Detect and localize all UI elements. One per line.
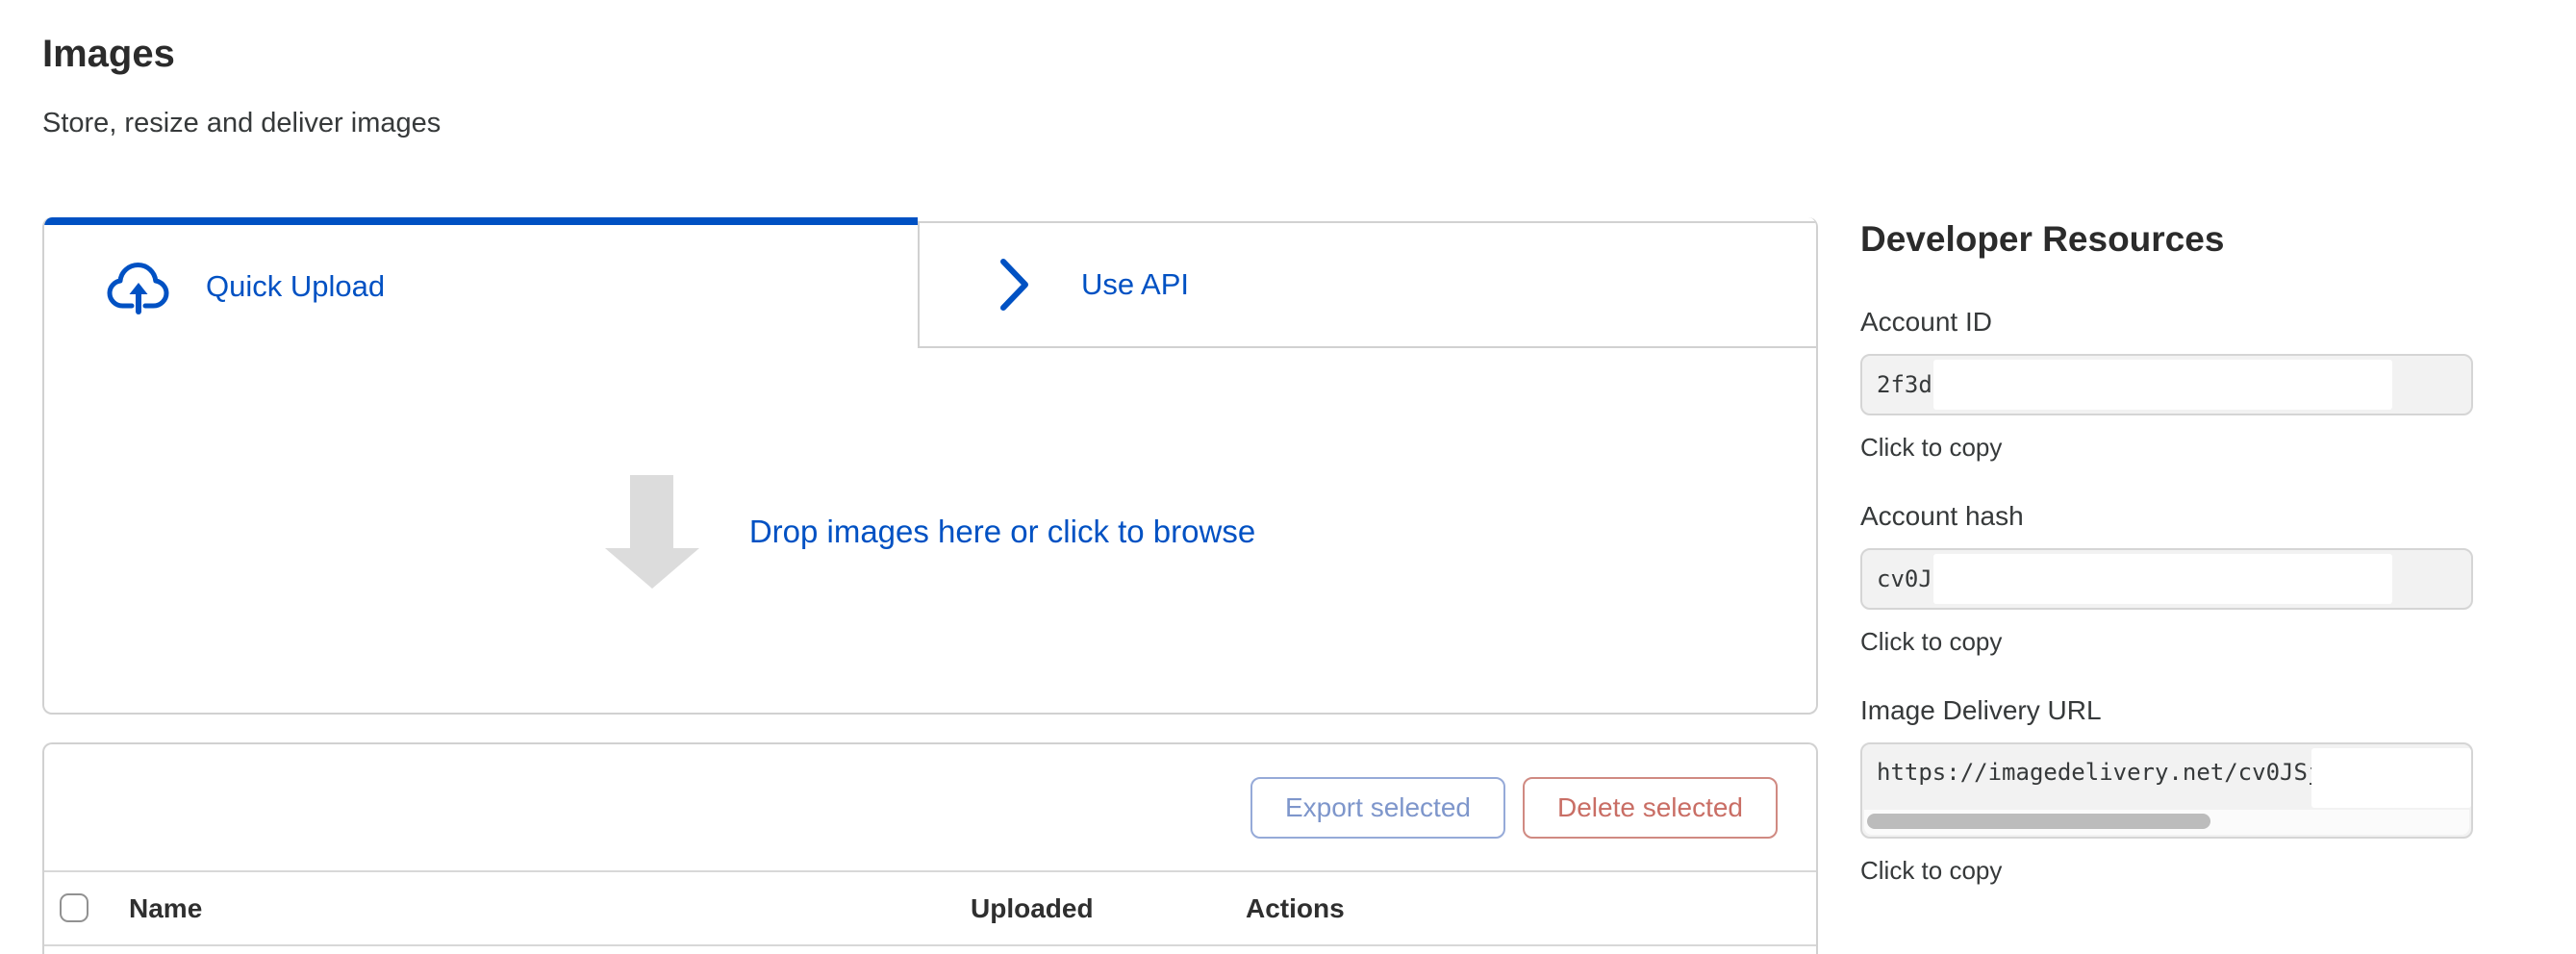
tab-quick-upload-label: Quick Upload — [206, 269, 385, 304]
column-header-actions: Actions — [1246, 893, 1345, 924]
account-id-value-box[interactable]: 2f3d — [1860, 354, 2473, 415]
select-all-checkbox[interactable] — [60, 893, 88, 922]
developer-resources-panel: Developer Resources Account ID 2f3d Clic… — [1860, 217, 2473, 923]
redaction-overlay — [2311, 748, 2471, 808]
page-title: Images — [42, 29, 175, 79]
tab-use-api[interactable]: Use API — [918, 221, 1816, 348]
images-page: Images Store, resize and deliver images … — [0, 0, 2576, 954]
image-delivery-url-copy-hint: Click to copy — [1860, 856, 2473, 885]
developer-resources-title: Developer Resources — [1860, 217, 2473, 262]
cloud-upload-icon — [106, 259, 171, 314]
account-id-label: Account ID — [1860, 306, 2473, 339]
account-id-copy-hint: Click to copy — [1860, 433, 2473, 462]
image-delivery-url-field: Image Delivery URL https://imagedelivery… — [1860, 694, 2473, 885]
horizontal-scrollbar-track[interactable] — [1864, 810, 2469, 835]
tab-use-api-label: Use API — [1081, 267, 1189, 302]
upload-tabs: Quick Upload Use API — [44, 217, 1816, 348]
account-hash-value: cv0J — [1877, 565, 1932, 592]
image-delivery-url-value: https://imagedelivery.net/cv0JSj — [1877, 759, 2321, 786]
image-delivery-url-value-box[interactable]: https://imagedelivery.net/cv0JSj 2 — [1860, 742, 2473, 839]
list-actions-row: Export selected Delete selected — [44, 744, 1816, 872]
account-id-value: 2f3d — [1877, 371, 1932, 398]
column-header-name: Name — [129, 893, 202, 924]
account-hash-field: Account hash cv0J Click to copy — [1860, 500, 2473, 656]
export-selected-button[interactable]: Export selected — [1250, 777, 1505, 839]
account-hash-copy-hint: Click to copy — [1860, 627, 2473, 656]
redaction-overlay — [1933, 360, 2392, 410]
table-header-row: Name Uploaded Actions — [44, 872, 1816, 946]
image-delivery-url-label: Image Delivery URL — [1860, 694, 2473, 727]
chevron-right-icon — [998, 257, 1031, 313]
delete-selected-button[interactable]: Delete selected — [1523, 777, 1778, 839]
account-id-field: Account ID 2f3d Click to copy — [1860, 306, 2473, 462]
dropzone-label: Drop images here or click to browse — [749, 514, 1255, 550]
upload-card: Quick Upload Use API Drop images here or… — [42, 217, 1818, 715]
column-header-uploaded: Uploaded — [971, 893, 1094, 924]
horizontal-scrollbar-thumb[interactable] — [1867, 814, 2210, 829]
dropzone[interactable]: Drop images here or click to browse — [44, 348, 1816, 715]
image-list-card: Export selected Delete selected Name Upl… — [42, 742, 1818, 954]
redaction-overlay — [1933, 554, 2392, 604]
account-hash-value-box[interactable]: cv0J — [1860, 548, 2473, 610]
tab-quick-upload[interactable]: Quick Upload — [44, 217, 918, 348]
account-hash-label: Account hash — [1860, 500, 2473, 533]
arrow-down-icon — [605, 475, 699, 589]
page-subtitle: Store, resize and deliver images — [42, 104, 441, 142]
